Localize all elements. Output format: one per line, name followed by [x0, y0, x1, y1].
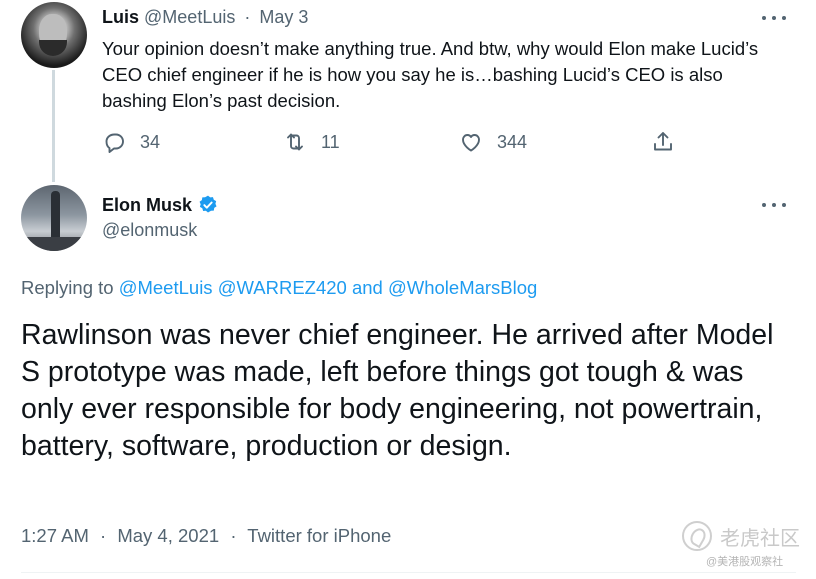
reply-author-handle[interactable]: @MeetLuis — [144, 7, 235, 27]
replying-prefix: Replying to — [21, 277, 114, 298]
like-action-button[interactable]: 344 — [459, 128, 527, 156]
retweet-count: 11 — [321, 131, 340, 152]
reply-count: 34 — [140, 131, 161, 152]
like-count: 344 — [497, 131, 528, 152]
avatar-rocket — [51, 191, 60, 243]
reply-action-button[interactable]: 34 — [102, 128, 160, 156]
reply-author-name[interactable]: Luis — [102, 7, 139, 27]
replying-and-link[interactable]: and — [352, 277, 383, 298]
tweet-date[interactable]: May 4, 2021 — [117, 525, 219, 546]
meta-separator: · — [100, 525, 107, 546]
main-tweet-text: Rawlinson was never chief engineer. He a… — [21, 319, 774, 462]
more-options-icon[interactable] — [762, 199, 786, 211]
reply-tweet-date[interactable]: May 3 — [259, 7, 308, 27]
tweet-metadata: 1:27 AM · May 4, 2021 · Twitter for iPho… — [21, 525, 391, 547]
main-author-handle[interactable]: @elonmusk — [102, 220, 197, 241]
tweet-time[interactable]: 1:27 AM — [21, 525, 89, 546]
like-icon — [462, 134, 480, 152]
replying-to-line: Replying to @MeetLuis @WARREZ420 and @Wh… — [21, 277, 537, 299]
retweet-action-button[interactable]: 11 — [283, 128, 340, 156]
mention-link[interactable]: @WARREZ420 — [218, 277, 347, 298]
tiger-logo-icon — [682, 521, 712, 551]
mention-link[interactable]: @WholeMarsBlog — [388, 277, 537, 298]
reply-tweet-text: Your opinion doesn’t make anything true.… — [102, 38, 759, 111]
tiger-community-watermark: 老虎社区 — [682, 521, 800, 551]
avatar-beard — [39, 40, 67, 56]
watermark-logo-text: 老虎社区 — [720, 527, 800, 550]
share-action-button[interactable] — [651, 128, 675, 156]
mention-link[interactable]: @MeetLuis — [119, 277, 213, 298]
verified-badge-icon — [199, 195, 217, 213]
avatar-ground — [21, 237, 87, 251]
main-author-name[interactable]: Elon Musk — [102, 195, 192, 216]
elon-avatar[interactable] — [21, 185, 87, 251]
header-separator: · — [244, 7, 251, 27]
main-tweet-author[interactable]: Elon Musk — [102, 194, 219, 216]
luis-avatar[interactable] — [21, 2, 87, 68]
more-options-icon[interactable] — [762, 12, 786, 24]
meta-separator: · — [230, 525, 237, 546]
reply-tweet-header: Luis @MeetLuis · May 3 — [102, 7, 308, 28]
thread-connector-line — [52, 70, 55, 182]
divider — [21, 572, 796, 573]
tweet-source[interactable]: Twitter for iPhone — [247, 525, 391, 546]
reply-icon — [105, 133, 124, 153]
watermark-credit: @美港股观察社 — [706, 556, 784, 568]
retweet-icon — [287, 133, 303, 151]
share-icon — [654, 132, 672, 151]
